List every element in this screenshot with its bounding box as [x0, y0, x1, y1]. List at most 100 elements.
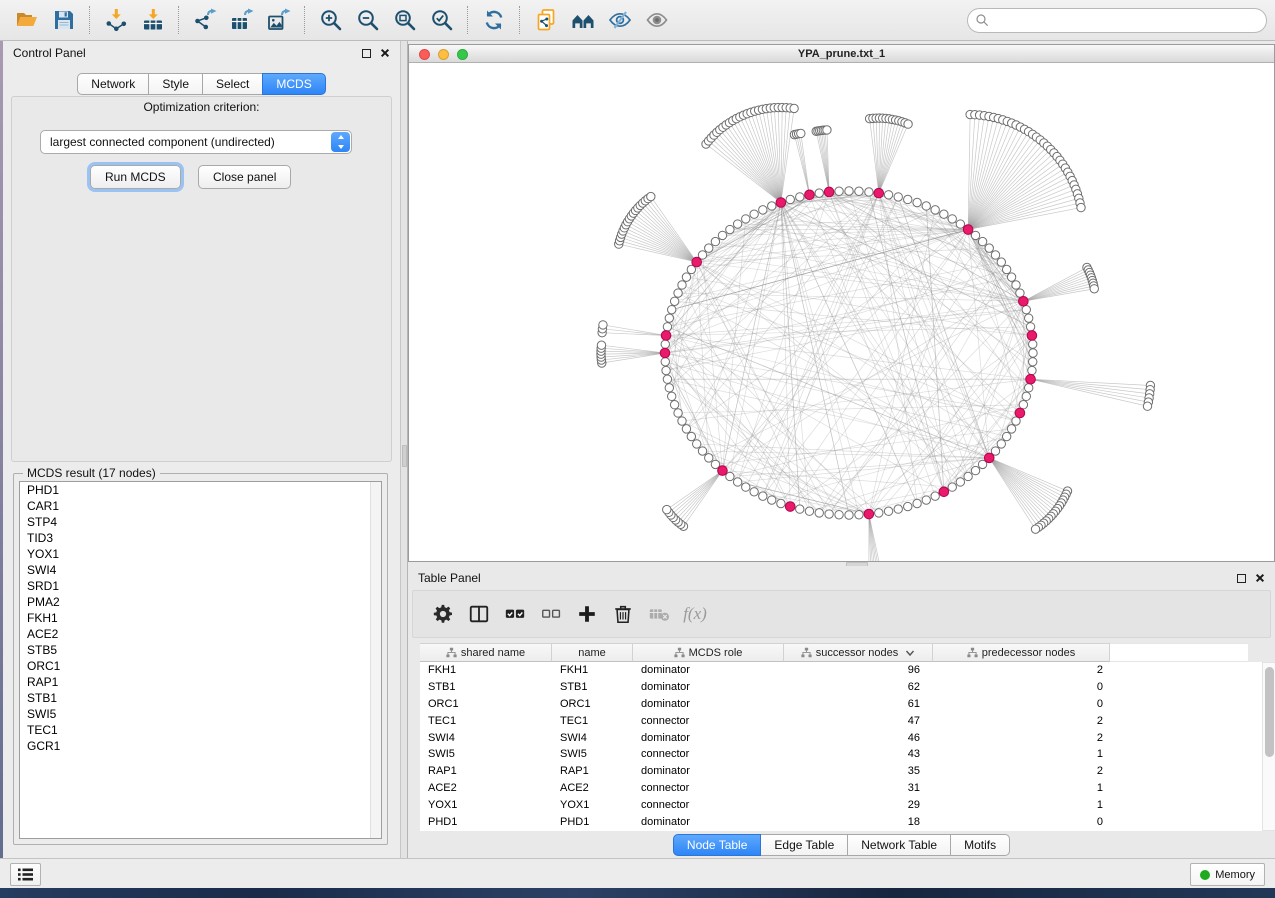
cell-shared-name[interactable]: SWI5 [420, 746, 552, 763]
cell-shared-name[interactable]: FKH1 [420, 662, 552, 679]
tab-select[interactable]: Select [202, 73, 263, 95]
import-table-button[interactable] [134, 3, 171, 37]
cell-predecessor-nodes[interactable]: 0 [933, 696, 1110, 713]
cell-predecessor-nodes[interactable]: 0 [933, 679, 1110, 696]
mcds-node-item[interactable]: TEC1 [20, 722, 381, 738]
cell-name[interactable]: SWI4 [552, 730, 633, 747]
run-mcds-button[interactable]: Run MCDS [90, 165, 181, 189]
cell-shared-name[interactable]: YOX1 [420, 797, 552, 814]
zoom-out-button[interactable] [349, 3, 386, 37]
criterion-dropdown[interactable]: largest connected component (undirected) [40, 130, 352, 154]
table-row[interactable]: TEC1TEC1connector472 [420, 713, 1262, 730]
mcds-node-item[interactable]: GCR1 [20, 738, 381, 754]
new-column-button[interactable] [569, 596, 605, 632]
close-panel-icon[interactable] [380, 48, 390, 58]
minimize-window-button[interactable] [438, 49, 449, 60]
save-session-button[interactable] [45, 3, 82, 37]
network-view-canvas[interactable] [409, 63, 1274, 561]
float-window-icon[interactable] [362, 49, 371, 58]
table-row[interactable]: SWI4SWI4dominator462 [420, 730, 1262, 747]
export-network-button[interactable] [186, 3, 223, 37]
table-row[interactable]: ORC1ORC1dominator610 [420, 696, 1262, 713]
memory-button[interactable]: Memory [1190, 863, 1265, 886]
mcds-node-item[interactable]: FKH1 [20, 610, 381, 626]
close-panel-button[interactable]: Close panel [198, 165, 291, 189]
table-row[interactable]: SWI5SWI5connector431 [420, 746, 1262, 763]
tab-network[interactable]: Network [77, 73, 149, 95]
tab-node-table[interactable]: Node Table [673, 834, 762, 856]
hide-selected-button[interactable] [601, 3, 638, 37]
cell-shared-name[interactable]: ORC1 [420, 696, 552, 713]
cell-name[interactable]: FKH1 [552, 662, 633, 679]
close-window-button[interactable] [419, 49, 430, 60]
cell-predecessor-nodes[interactable]: 0 [933, 814, 1110, 831]
cell-MCDS-role[interactable]: dominator [633, 730, 784, 747]
show-columns-button[interactable] [461, 596, 497, 632]
first-neighbors-button[interactable] [564, 3, 601, 37]
cell-shared-name[interactable]: TEC1 [420, 713, 552, 730]
table-scrollbar-thumb[interactable] [1265, 667, 1274, 757]
cell-successor-nodes[interactable]: 18 [784, 814, 933, 831]
select-all-button[interactable] [497, 596, 533, 632]
function-builder-button[interactable]: f(x) [677, 596, 713, 632]
tab-style[interactable]: Style [148, 73, 203, 95]
mcds-node-item[interactable]: PMA2 [20, 594, 381, 610]
tab-mcds[interactable]: MCDS [262, 73, 325, 95]
cell-shared-name[interactable]: STB1 [420, 679, 552, 696]
import-network-button[interactable] [97, 3, 134, 37]
column-header-MCDS-role[interactable]: MCDS role [633, 643, 784, 662]
cell-predecessor-nodes[interactable]: 2 [933, 713, 1110, 730]
vertical-splitter[interactable] [400, 41, 408, 858]
cell-name[interactable]: ORC1 [552, 696, 633, 713]
copy-network-button[interactable] [527, 3, 564, 37]
cell-successor-nodes[interactable]: 29 [784, 797, 933, 814]
cell-MCDS-role[interactable]: connector [633, 713, 784, 730]
zoom-in-button[interactable] [312, 3, 349, 37]
cell-shared-name[interactable]: RAP1 [420, 763, 552, 780]
cell-MCDS-role[interactable]: dominator [633, 696, 784, 713]
mcds-node-item[interactable]: ORC1 [20, 658, 381, 674]
cell-name[interactable]: YOX1 [552, 797, 633, 814]
cell-shared-name[interactable]: ACE2 [420, 780, 552, 797]
sort-chevron-icon[interactable] [905, 648, 915, 658]
mcds-node-item[interactable]: ACE2 [20, 626, 381, 642]
cell-MCDS-role[interactable]: dominator [633, 679, 784, 696]
cell-shared-name[interactable]: PHD1 [420, 814, 552, 831]
mcds-node-item[interactable]: STB5 [20, 642, 381, 658]
cell-successor-nodes[interactable]: 46 [784, 730, 933, 747]
cell-MCDS-role[interactable]: connector [633, 797, 784, 814]
cell-MCDS-role[interactable]: dominator [633, 814, 784, 831]
deselect-all-button[interactable] [533, 596, 569, 632]
show-all-button[interactable] [638, 3, 675, 37]
tab-motifs[interactable]: Motifs [950, 834, 1010, 856]
cell-successor-nodes[interactable]: 62 [784, 679, 933, 696]
cell-predecessor-nodes[interactable]: 1 [933, 797, 1110, 814]
cell-MCDS-role[interactable]: dominator [633, 662, 784, 679]
mcds-node-item[interactable]: PHD1 [20, 482, 381, 498]
table-row[interactable]: PHD1PHD1dominator180 [420, 814, 1262, 831]
cell-MCDS-role[interactable]: connector [633, 746, 784, 763]
cell-name[interactable]: ACE2 [552, 780, 633, 797]
search-input[interactable] [967, 8, 1267, 33]
float-table-panel-icon[interactable] [1237, 574, 1246, 583]
mcds-node-item[interactable]: SWI5 [20, 706, 381, 722]
mcds-node-item[interactable]: SRD1 [20, 578, 381, 594]
export-table-button[interactable] [223, 3, 260, 37]
delete-table-button[interactable] [641, 596, 677, 632]
cell-successor-nodes[interactable]: 35 [784, 763, 933, 780]
mcds-node-item[interactable]: RAP1 [20, 674, 381, 690]
mcds-node-item[interactable]: TID3 [20, 530, 381, 546]
cell-MCDS-role[interactable]: dominator [633, 763, 784, 780]
table-row[interactable]: RAP1RAP1dominator352 [420, 763, 1262, 780]
table-row[interactable]: YOX1YOX1connector291 [420, 797, 1262, 814]
cell-successor-nodes[interactable]: 31 [784, 780, 933, 797]
table-row[interactable]: ACE2ACE2connector311 [420, 780, 1262, 797]
cell-successor-nodes[interactable]: 43 [784, 746, 933, 763]
cell-successor-nodes[interactable]: 61 [784, 696, 933, 713]
cell-MCDS-role[interactable]: connector [633, 780, 784, 797]
cell-shared-name[interactable]: SWI4 [420, 730, 552, 747]
table-scrollbar[interactable] [1262, 662, 1275, 831]
maximize-window-button[interactable] [457, 49, 468, 60]
cell-predecessor-nodes[interactable]: 2 [933, 763, 1110, 780]
tab-edge-table[interactable]: Edge Table [760, 834, 848, 856]
